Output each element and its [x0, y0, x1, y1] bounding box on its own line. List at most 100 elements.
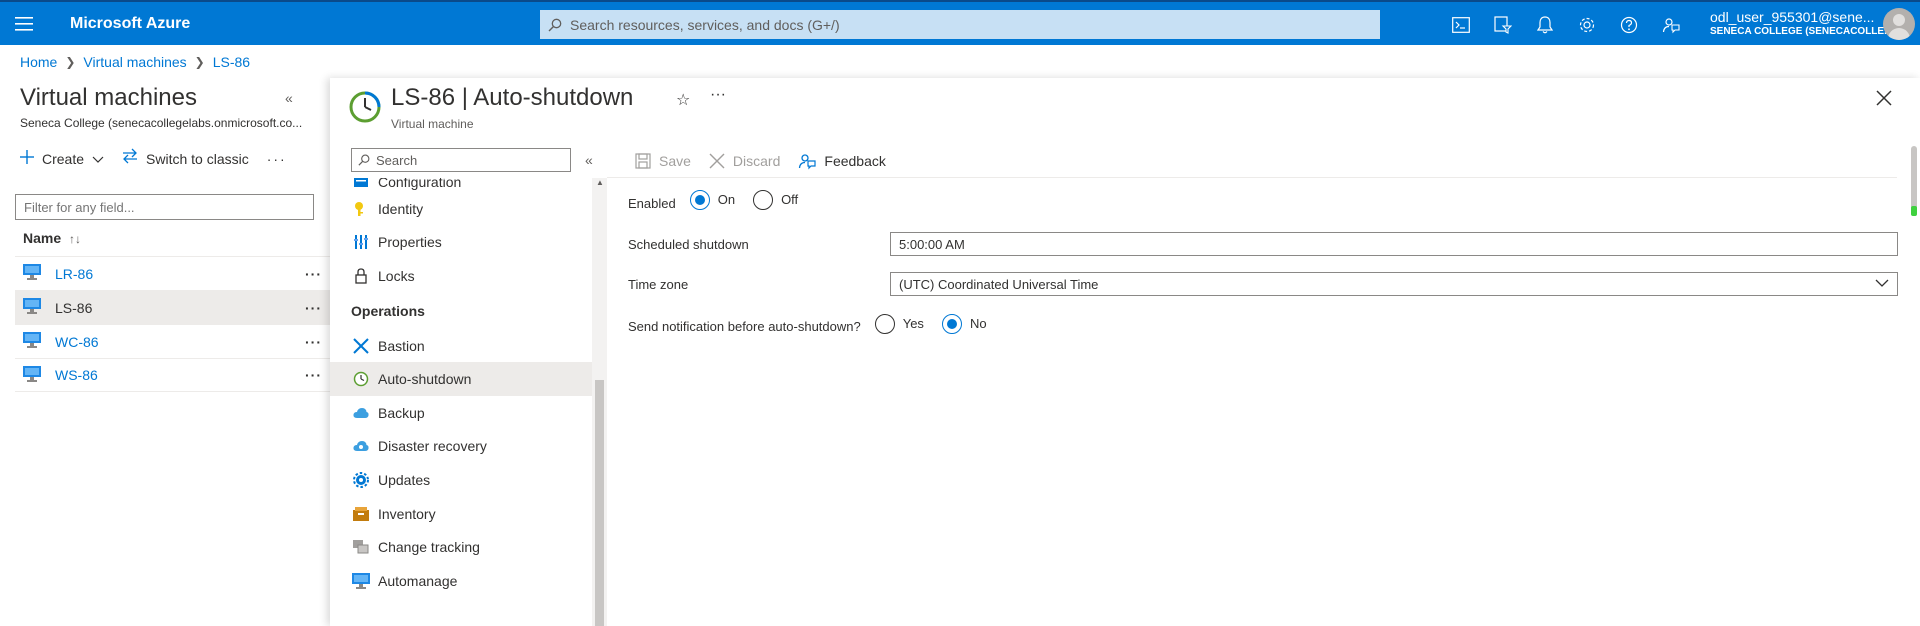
- menu-item-locks[interactable]: Locks: [330, 259, 592, 293]
- breadcrumb-virtual-machines[interactable]: Virtual machines: [83, 54, 186, 70]
- menu-scrollbar-thumb[interactable]: [595, 380, 604, 626]
- more-options-icon[interactable]: ···: [710, 86, 726, 104]
- menu-section-operations: Operations: [351, 302, 425, 319]
- menu-scrollbar[interactable]: ▲: [592, 178, 607, 626]
- menu-item-inventory[interactable]: Inventory: [330, 497, 592, 531]
- help-icon[interactable]: [1608, 2, 1650, 47]
- enabled-off-label: Off: [781, 192, 799, 207]
- automanage-icon: [352, 572, 370, 589]
- vm-link[interactable]: LS-86: [55, 300, 92, 316]
- menu-item-disaster-recovery[interactable]: Disaster recovery: [330, 430, 592, 464]
- close-icon[interactable]: [1876, 86, 1892, 112]
- menu-item-label: Properties: [378, 234, 442, 251]
- breadcrumb-home[interactable]: Home: [20, 54, 57, 70]
- feedback-icon[interactable]: [1650, 2, 1692, 47]
- inventory-icon: [352, 506, 370, 521]
- vm-row-lr-86[interactable]: LR-86 ···: [15, 256, 330, 290]
- save-button[interactable]: Save: [635, 153, 691, 169]
- vm-row-wc-86[interactable]: WC-86 ···: [15, 324, 330, 358]
- row-more-icon[interactable]: ···: [305, 367, 322, 383]
- chevron-down-icon: [92, 151, 104, 167]
- notify-yes-radio[interactable]: Yes: [874, 313, 924, 334]
- chevron-down-icon: [1875, 276, 1889, 293]
- menu-item-backup[interactable]: Backup: [330, 396, 592, 430]
- search-icon: [548, 18, 562, 31]
- menu-item-label: Bastion: [378, 337, 425, 354]
- cloud-shell-icon[interactable]: [1440, 2, 1482, 47]
- menu-item-identity[interactable]: Identity: [330, 192, 592, 226]
- search-icon: [358, 154, 370, 166]
- create-button[interactable]: Create: [20, 148, 104, 169]
- notification-row: Send notification before auto-shutdown? …: [628, 313, 987, 334]
- plus-icon: [20, 148, 34, 169]
- collapse-menu-icon[interactable]: «: [585, 152, 593, 168]
- portal-menu-icon[interactable]: [0, 1, 48, 46]
- directory-filter-icon[interactable]: [1482, 2, 1524, 47]
- vm-row-ls-86[interactable]: LS-86 ···: [15, 290, 330, 324]
- configuration-icon: [352, 178, 370, 187]
- virtual-machine-icon: [23, 365, 45, 385]
- menu-item-auto-shutdown[interactable]: Auto-shutdown: [330, 362, 592, 396]
- more-commands-icon[interactable]: ···: [267, 151, 287, 167]
- scheduled-shutdown-value: 5:00:00 AM: [899, 236, 965, 252]
- menu-item-configuration[interactable]: Configuration: [330, 178, 592, 192]
- notify-no-radio[interactable]: No: [941, 313, 987, 334]
- menu-item-label: Updates: [378, 471, 431, 488]
- menu-item-label: Change tracking: [378, 539, 480, 556]
- discard-button[interactable]: Discard: [709, 153, 780, 169]
- vm-link[interactable]: WS-86: [55, 367, 98, 383]
- menu-item-label: Backup: [378, 404, 425, 421]
- breadcrumb-ls-86[interactable]: LS-86: [213, 54, 250, 70]
- brand-title[interactable]: Microsoft Azure: [70, 15, 530, 33]
- page-title: LS-86 | Auto-shutdown: [391, 84, 634, 111]
- scheduled-shutdown-label: Scheduled shutdown: [628, 236, 749, 252]
- menu-list: Configuration Identity Properties Locks …: [330, 178, 592, 626]
- resource-menu: Search « Configuration Identity Properti…: [330, 144, 607, 626]
- breadcrumb: Home ❯ Virtual machines ❯ LS-86: [20, 54, 250, 70]
- enabled-on-radio[interactable]: On: [689, 189, 735, 210]
- global-search-input[interactable]: Search resources, services, and docs (G+…: [540, 10, 1380, 39]
- content-scrollbar[interactable]: [1910, 144, 1918, 626]
- updates-icon: [352, 471, 370, 488]
- vm-link[interactable]: WC-86: [55, 334, 99, 350]
- clock-icon: [352, 371, 370, 387]
- menu-item-properties[interactable]: Properties: [330, 226, 592, 260]
- column-header-name[interactable]: Name ↑↓: [23, 230, 81, 246]
- properties-icon: [352, 234, 370, 250]
- favorite-star-icon[interactable]: ☆: [676, 90, 690, 110]
- bastion-icon: [352, 337, 370, 354]
- scroll-up-icon[interactable]: ▲: [596, 178, 604, 187]
- menu-item-label: Inventory: [378, 505, 436, 522]
- menu-item-change-tracking[interactable]: Change tracking: [330, 530, 592, 564]
- feedback-person-icon: [798, 152, 816, 170]
- notification-label: Send notification before auto-shutdown?: [628, 319, 861, 334]
- enabled-off-radio[interactable]: Off: [753, 189, 799, 210]
- scheduled-shutdown-input[interactable]: 5:00:00 AM: [890, 232, 1898, 256]
- backup-icon: [352, 407, 370, 419]
- filter-field[interactable]: [15, 194, 314, 220]
- row-more-icon[interactable]: ···: [305, 334, 322, 350]
- menu-item-automanage[interactable]: Automanage: [330, 564, 592, 598]
- collapse-pane-icon[interactable]: «: [285, 90, 293, 106]
- menu-item-bastion[interactable]: Bastion: [330, 329, 592, 363]
- notify-no-label: No: [969, 316, 987, 331]
- time-zone-select[interactable]: (UTC) Coordinated Universal Time: [890, 272, 1898, 296]
- feedback-button[interactable]: Feedback: [798, 152, 886, 170]
- avatar[interactable]: [1883, 8, 1915, 40]
- row-more-icon[interactable]: ···: [305, 300, 322, 316]
- menu-item-label: Disaster recovery: [378, 438, 487, 455]
- scheduled-shutdown-row: Scheduled shutdown 5:00:00 AM: [628, 232, 1898, 256]
- switch-to-classic-button[interactable]: Switch to classic: [122, 148, 249, 169]
- vm-row-ws-86[interactable]: WS-86 ···: [15, 358, 330, 392]
- enabled-row: Enabled On Off: [628, 188, 798, 211]
- lock-icon: [352, 268, 370, 284]
- account-info[interactable]: odl_user_955301@sene... SENECA COLLEGE (…: [1710, 9, 1892, 39]
- notifications-icon[interactable]: [1524, 2, 1566, 47]
- settings-gear-icon[interactable]: [1566, 2, 1608, 47]
- identity-icon: [352, 201, 370, 217]
- vm-link[interactable]: LR-86: [55, 266, 93, 282]
- menu-item-updates[interactable]: Updates: [330, 463, 592, 497]
- menu-search-input[interactable]: Search: [351, 148, 571, 172]
- switch-label: Switch to classic: [146, 150, 249, 167]
- row-more-icon[interactable]: ···: [305, 266, 322, 282]
